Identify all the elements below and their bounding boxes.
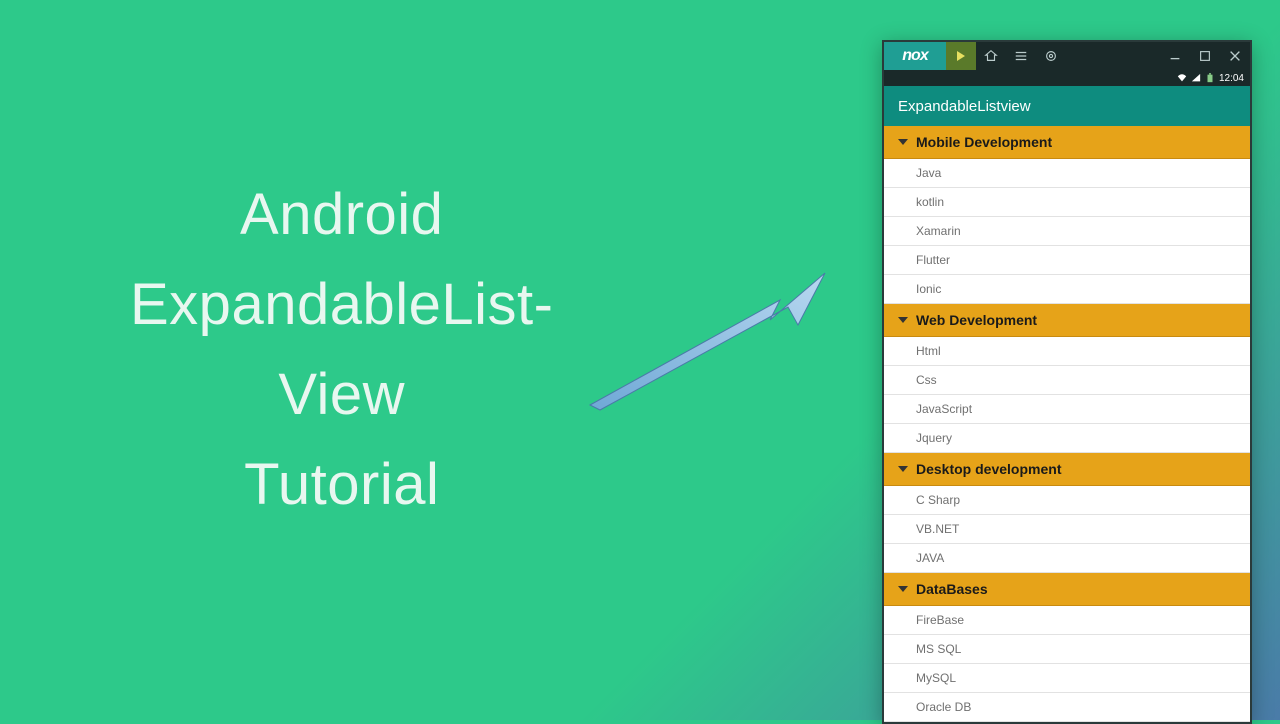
list-item[interactable]: Xamarin [884, 217, 1250, 246]
list-item[interactable]: kotlin [884, 188, 1250, 217]
maximize-icon [1198, 49, 1212, 63]
nox-logo: nox [884, 42, 946, 70]
app-bar: ExpandableListview [884, 86, 1250, 126]
list-item[interactable]: MySQL [884, 664, 1250, 693]
list-item[interactable]: C Sharp [884, 486, 1250, 515]
list-item[interactable]: Java [884, 159, 1250, 188]
minimize-icon [1168, 49, 1182, 63]
list-item[interactable]: JAVA [884, 544, 1250, 573]
home-button[interactable] [976, 42, 1006, 70]
title-line-4: Tutorial [130, 440, 553, 530]
title-line-1: Android [130, 170, 553, 260]
maximize-button[interactable] [1190, 42, 1220, 70]
emulator-window: nox 12:04 [882, 40, 1252, 724]
menu-button[interactable] [1006, 42, 1036, 70]
group-header-mobile[interactable]: Mobile Development [884, 126, 1250, 159]
battery-icon [1205, 73, 1215, 83]
close-button[interactable] [1220, 42, 1250, 70]
play-icon [955, 50, 967, 62]
gear-icon [1044, 49, 1058, 63]
wifi-icon [1177, 73, 1187, 83]
group-header-desktop[interactable]: Desktop development [884, 453, 1250, 486]
hamburger-icon [1014, 49, 1028, 63]
arrow-icon [570, 265, 850, 415]
list-item[interactable]: MS SQL [884, 635, 1250, 664]
android-status-bar: 12:04 [884, 70, 1250, 86]
list-item[interactable]: FireBase [884, 606, 1250, 635]
group-header-web[interactable]: Web Development [884, 304, 1250, 337]
list-item[interactable]: Css [884, 366, 1250, 395]
list-item[interactable]: Jquery [884, 424, 1250, 453]
list-item[interactable]: Ionic [884, 275, 1250, 304]
group-header-databases[interactable]: DataBases [884, 573, 1250, 606]
play-button[interactable] [946, 42, 976, 70]
list-item[interactable]: VB.NET [884, 515, 1250, 544]
list-item[interactable]: Flutter [884, 246, 1250, 275]
list-item[interactable]: Oracle DB [884, 693, 1250, 722]
tutorial-title: Android ExpandableList- View Tutorial [130, 170, 553, 530]
status-time: 12:04 [1219, 73, 1244, 84]
minimize-button[interactable] [1160, 42, 1190, 70]
list-item[interactable]: Html [884, 337, 1250, 366]
home-icon [984, 49, 998, 63]
title-line-3: View [130, 350, 553, 440]
app-title: ExpandableListview [898, 98, 1031, 115]
window-titlebar: nox [884, 42, 1250, 70]
signal-icon [1191, 73, 1201, 83]
list-item[interactable]: JavaScript [884, 395, 1250, 424]
close-icon [1228, 49, 1242, 63]
title-line-2: ExpandableList- [130, 260, 553, 350]
settings-button[interactable] [1036, 42, 1066, 70]
expandable-list[interactable]: Mobile Development Java kotlin Xamarin F… [884, 126, 1250, 722]
